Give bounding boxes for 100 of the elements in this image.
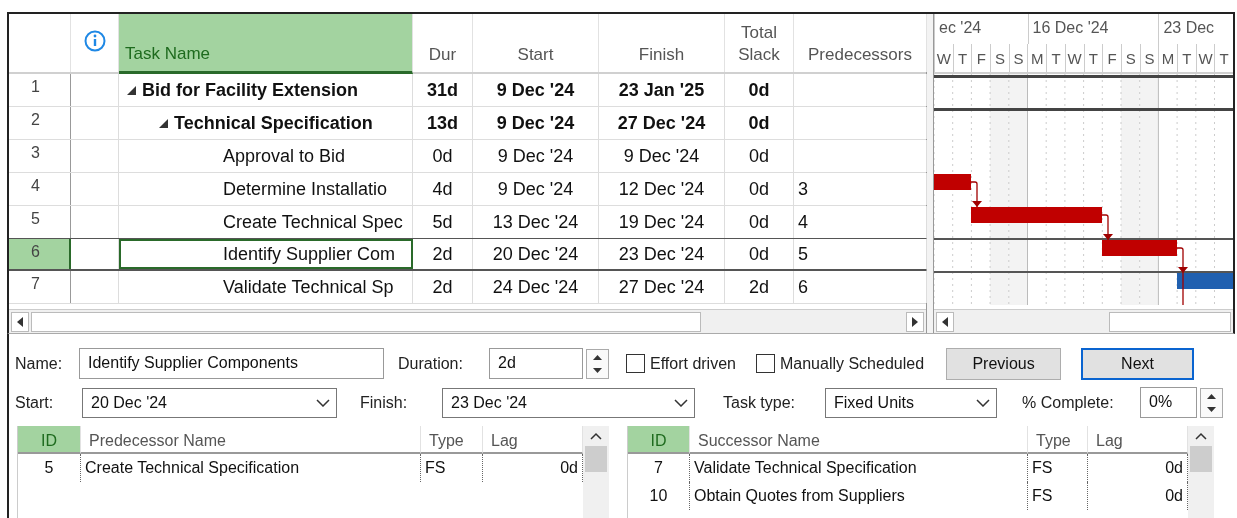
finish-cell: 27 Dec '24 [599,271,725,303]
task-name-cell: Identify Supplier Com [119,239,413,269]
splitter-bar[interactable] [927,14,934,333]
field-label: % Complete: [1022,393,1115,412]
chevron-down-icon [674,398,688,407]
scroll-left-icon [941,316,949,327]
percent-complete-field[interactable]: 0% [1140,387,1197,418]
table-cell: 10 [628,482,690,510]
finish-cell: 19 Dec '24 [599,206,725,238]
field-label: Name: [15,354,64,373]
horizontal-scrollbar[interactable] [9,309,926,333]
scroll-left-icon [16,316,24,327]
timescale-day: W [1064,44,1084,72]
table-cell: FS [1028,482,1088,510]
start-cell: 24 Dec '24 [473,271,599,303]
timescale-day: W [934,44,953,72]
field-label: Finish: [360,393,409,412]
start-cell: 13 Dec '24 [473,206,599,238]
task-bar[interactable] [1177,273,1233,289]
dependency-arrow [1101,214,1113,241]
timescale-week: ec '24 [934,14,1028,44]
start-dropdown[interactable]: 20 Dec '24 [82,387,337,418]
finish-cell: 27 Dec '24 [599,107,725,139]
scroll-thumb[interactable] [585,446,607,472]
info-icon [83,30,106,52]
duration-cell: 31d [413,74,473,106]
table-cell: 7 [628,454,690,482]
expanded-caret-icon[interactable] [159,118,168,128]
task-bar[interactable] [971,207,1102,223]
table-cell: 5 [18,454,81,482]
duration-cell: 2d [413,271,473,303]
timescale-day: F [1102,44,1121,72]
timescale-day: T [1046,44,1065,72]
field-label: Task type: [723,393,797,412]
duration-cell: 5d [413,206,473,238]
finish-cell: 23 Dec '24 [599,239,725,269]
table-cell: Validate Technical Specification [690,454,1028,482]
scroll-thumb[interactable] [1190,446,1212,472]
timescale-day: W [1195,44,1215,72]
expanded-caret-icon[interactable] [127,85,136,95]
dependency-arrow [1176,247,1188,305]
task-name-cell: Validate Technical Sp [119,271,413,303]
timescale-day: S [1139,44,1159,72]
timescale-day: T [952,44,972,72]
scroll-up-icon [1195,432,1207,440]
previous-button[interactable]: Previous [946,347,1062,380]
chevron-down-icon [976,398,990,407]
table-cell: Obtain Quotes from Suppliers [690,482,1028,510]
dependency-arrow [970,181,982,208]
finish-dropdown[interactable]: 23 Dec '24 [442,387,695,418]
slack-cell: 0d [725,239,794,269]
task-name-cell: Create Technical Spec [119,206,413,238]
start-cell: 9 Dec '24 [473,173,599,205]
task-name-cell: Determine Installatio [119,173,413,205]
start-cell: 9 Dec '24 [473,74,599,106]
name-field[interactable]: Identify Supplier Components [79,348,384,379]
next-button[interactable]: Next [1081,347,1195,380]
timescale-day: S [1120,44,1140,72]
start-cell: 9 Dec '24 [473,140,599,172]
start-cell: 9 Dec '24 [473,107,599,139]
vertical-scrollbar[interactable] [583,426,609,518]
timescale-day: S [1008,44,1028,72]
spin-buttons[interactable] [586,348,609,379]
chevron-down-icon [316,398,330,407]
column-header: Successor Name [690,426,1028,454]
duration-cell: 0d [413,140,473,172]
horizontal-scrollbar[interactable] [934,309,1233,333]
timescale-day: T [1083,44,1103,72]
vertical-scrollbar[interactable] [1188,426,1214,518]
duration-cell: 4d [413,173,473,205]
slack-cell: 0d [725,173,794,205]
finish-cell: 23 Jan '25 [599,74,725,106]
checkbox[interactable]: Effort driven [626,354,736,373]
timescale-week: 23 Dec [1158,14,1233,44]
duration-cell: 13d [413,107,473,139]
column-header[interactable]: Task Name [119,14,413,74]
scroll-up-icon [590,432,602,440]
spin-buttons[interactable] [1200,387,1223,418]
finish-cell: 9 Dec '24 [599,140,725,172]
checkbox[interactable]: Manually Scheduled [755,354,925,373]
timescale-day: T [1176,44,1196,72]
slack-cell: 0d [725,107,794,139]
task-type-dropdown[interactable]: Fixed Units [825,387,997,418]
task-name-cell: Approval to Bid [119,140,413,172]
row-number[interactable]: 6 [9,239,71,269]
slack-cell: 0d [725,74,794,106]
column-header: ID [18,426,81,454]
column-header: Type [421,426,483,454]
timescale-day: M [1027,44,1047,72]
column-header: Predecessor Name [81,426,421,454]
duration-field[interactable]: 2d [489,348,583,379]
task-bar[interactable] [1102,240,1177,256]
duration-cell: 2d [413,239,473,269]
start-cell: 20 Dec '24 [473,239,599,269]
slack-cell: 2d [725,271,794,303]
timescale-day: S [990,44,1009,72]
timescale-day: F [971,44,991,72]
scroll-right-icon [911,316,919,327]
table-cell: FS [421,454,483,482]
task-bar[interactable] [934,174,971,190]
